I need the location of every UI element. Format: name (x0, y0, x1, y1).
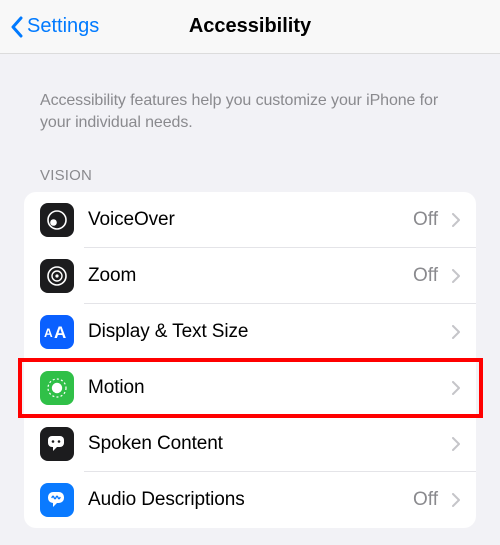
row-zoom[interactable]: Zoom Off (24, 248, 476, 304)
zoom-icon (40, 259, 74, 293)
row-label: Audio Descriptions (74, 489, 413, 511)
row-label: Display & Text Size (74, 321, 438, 343)
row-label: Spoken Content (74, 433, 438, 455)
back-button[interactable]: Settings (0, 15, 99, 38)
back-label: Settings (27, 15, 99, 38)
row-label: VoiceOver (74, 209, 413, 231)
row-value: Off (413, 489, 442, 511)
audiodesc-icon (40, 483, 74, 517)
chevron-right-icon (452, 213, 460, 227)
section-header-vision: VISION (0, 133, 500, 192)
textsize-icon: A A (40, 315, 74, 349)
row-motion[interactable]: Motion (24, 360, 476, 416)
chevron-right-icon (452, 437, 460, 451)
svg-text:A: A (54, 324, 66, 340)
row-value: Off (413, 209, 442, 231)
row-audio-descriptions[interactable]: Audio Descriptions Off (24, 472, 476, 528)
row-spoken-content[interactable]: Spoken Content (24, 416, 476, 472)
spoken-icon (40, 427, 74, 461)
row-voiceover[interactable]: VoiceOver Off (24, 192, 476, 248)
row-label: Zoom (74, 265, 413, 287)
chevron-right-icon (452, 381, 460, 395)
chevron-right-icon (452, 269, 460, 283)
svg-text:A: A (44, 326, 53, 340)
page-description: Accessibility features help you customiz… (0, 54, 500, 133)
row-display-text-size[interactable]: A A Display & Text Size (24, 304, 476, 360)
navbar: Settings Accessibility (0, 0, 500, 54)
voiceover-icon (40, 203, 74, 237)
row-label: Motion (74, 377, 438, 399)
row-value: Off (413, 265, 442, 287)
chevron-right-icon (452, 325, 460, 339)
vision-list: VoiceOver Off Zoom Off A A Display & Tex… (24, 192, 476, 528)
chevron-left-icon (10, 16, 23, 38)
motion-icon (40, 371, 74, 405)
chevron-right-icon (452, 493, 460, 507)
